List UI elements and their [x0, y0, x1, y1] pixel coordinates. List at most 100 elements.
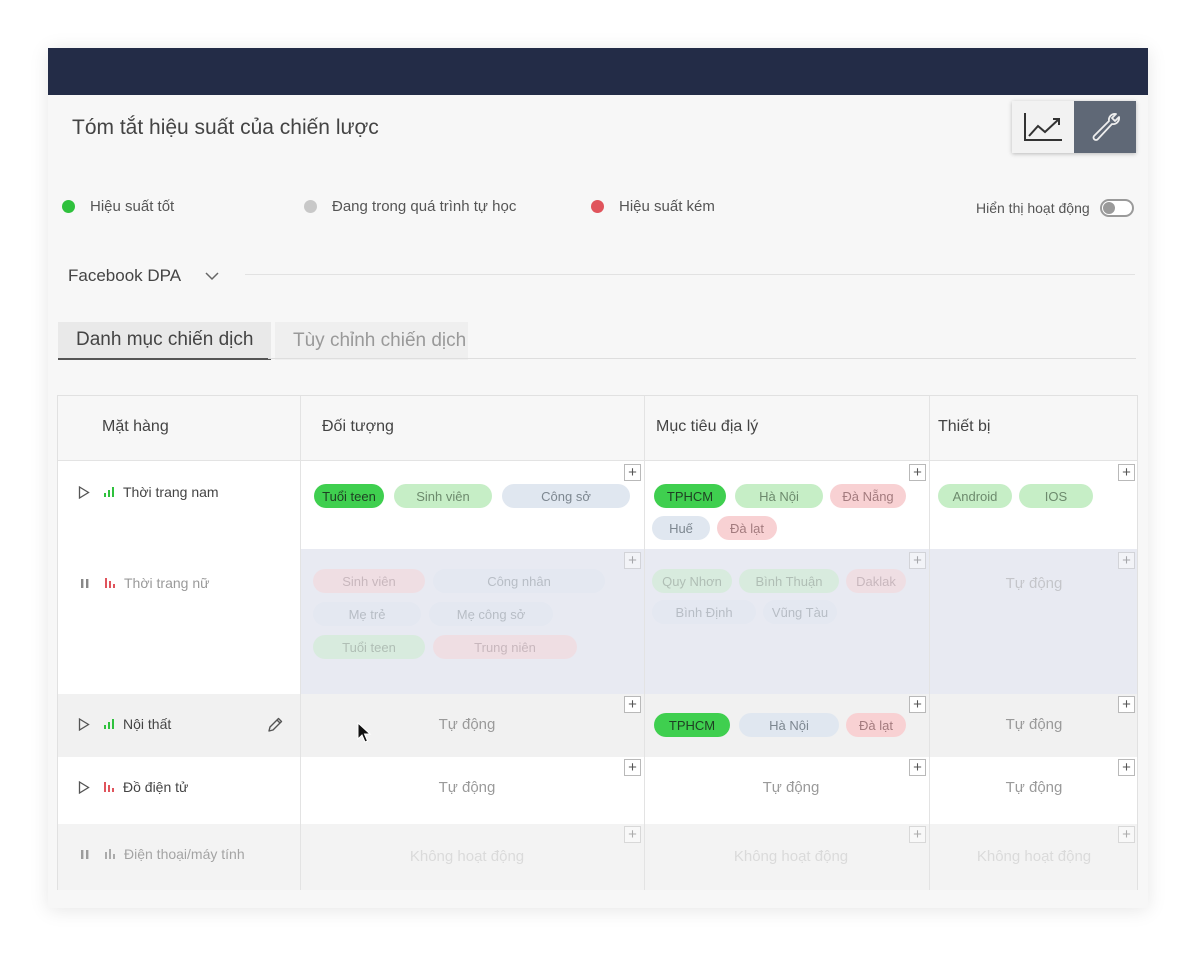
geo-chip[interactable]: Daklak: [846, 569, 906, 593]
audience-inactive-text: Không hoạt động: [409, 848, 525, 865]
device-chip[interactable]: IOS: [1019, 484, 1093, 508]
bar-chart-icon: [104, 487, 114, 497]
play-icon[interactable]: [78, 717, 90, 731]
column-divider: [644, 396, 645, 890]
header-product: Mặt hàng: [102, 418, 169, 435]
play-icon[interactable]: [78, 780, 90, 794]
geo-chip[interactable]: Hà Nội: [735, 484, 823, 508]
bar-chart-icon: [105, 578, 115, 588]
tab-campaign-catalog[interactable]: Danh mục chiến dịch: [58, 322, 271, 360]
device-auto-text: Tự động: [1005, 779, 1063, 796]
audience-auto-text: Tự động: [438, 716, 496, 733]
settings-view-button[interactable]: [1074, 101, 1136, 153]
platform-selected: Facebook DPA: [68, 266, 182, 285]
audience-chip[interactable]: Công nhân: [433, 569, 605, 593]
device-auto-text: Tự động: [1005, 716, 1063, 733]
show-activity-toggle[interactable]: [1099, 199, 1134, 217]
geo-chip[interactable]: TPHCM: [654, 713, 730, 737]
view-toggle: [1012, 101, 1136, 153]
geo-chip[interactable]: Đà Nẵng: [830, 484, 906, 508]
column-divider: [929, 396, 930, 890]
header-audience: Đối tượng: [322, 418, 394, 435]
bar-chart-icon: [104, 719, 114, 729]
add-audience-button[interactable]: +: [624, 464, 641, 481]
play-icon[interactable]: [78, 485, 90, 499]
audience-chip[interactable]: Sinh viên: [313, 569, 425, 593]
table-row: Thời trang nam Tuổi teen Sinh viên Công …: [58, 461, 1137, 549]
legend-label: Hiệu suất tốt: [90, 198, 175, 215]
row-name: Đồ điện tử: [123, 779, 189, 795]
row-name: Điện thoại/máy tính: [124, 846, 245, 862]
tab-campaign-customize[interactable]: Tùy chỉnh chiến dịch: [275, 322, 468, 360]
geo-chip[interactable]: Quy Nhơn: [652, 569, 732, 593]
legend-label: Hiệu suất kém: [619, 198, 715, 215]
geo-chip[interactable]: Bình Thuận: [739, 569, 839, 593]
geo-chip[interactable]: Huế: [652, 516, 710, 540]
add-device-button[interactable]: +: [1118, 464, 1135, 481]
red-status-dot: [591, 200, 604, 213]
add-device-button[interactable]: +: [1118, 759, 1135, 776]
audience-auto-text: Tự động: [438, 779, 496, 796]
row-name: Thời trang nữ: [124, 575, 210, 591]
pause-icon[interactable]: [80, 849, 90, 860]
audience-chip[interactable]: Mẹ công sở: [429, 602, 553, 626]
campaign-table: Mặt hàng Đối tượng Mục tiêu địa lý Thiết…: [57, 395, 1138, 890]
show-activity-label: Hiển thị hoạt động: [976, 200, 1090, 216]
add-geo-button[interactable]: +: [909, 759, 926, 776]
add-audience-button[interactable]: +: [624, 552, 641, 569]
geo-chip[interactable]: Vũng Tàu: [763, 600, 837, 624]
pause-icon[interactable]: [80, 578, 90, 589]
geo-chip[interactable]: Hà Nội: [739, 713, 839, 737]
geo-auto-text: Tự động: [762, 779, 820, 796]
show-activity-control: Hiển thị hoạt động: [976, 199, 1134, 217]
audience-chip[interactable]: Tuổi teen: [313, 635, 425, 659]
add-audience-button[interactable]: +: [624, 759, 641, 776]
add-device-button[interactable]: +: [1118, 552, 1135, 569]
add-geo-button[interactable]: +: [909, 464, 926, 481]
chart-view-button[interactable]: [1012, 101, 1074, 153]
table-row: Nội thất Tự động TPHCM Hà Nội Đà lạt Tự …: [58, 694, 1137, 757]
table-row: Điện thoại/máy tính Không hoạt động Khôn…: [58, 824, 1137, 890]
add-audience-button[interactable]: +: [624, 826, 641, 843]
device-inactive-text: Không hoạt động: [976, 848, 1092, 865]
row-name-cell: Nội thất: [78, 716, 171, 732]
table-row: Thời trang nữ Sinh viên Công nhân Mẹ trẻ…: [58, 549, 1137, 694]
pencil-icon[interactable]: [266, 716, 284, 734]
divider: [245, 274, 1135, 275]
add-geo-button[interactable]: +: [909, 696, 926, 713]
add-geo-button[interactable]: +: [909, 552, 926, 569]
add-geo-button[interactable]: +: [909, 826, 926, 843]
page-title: Tóm tắt hiệu suất của chiến lược: [72, 116, 379, 139]
top-navigation-bar: [48, 48, 1148, 95]
row-name-cell: Thời trang nữ: [80, 575, 209, 591]
geo-chip[interactable]: Đà lạt: [717, 516, 777, 540]
audience-chip[interactable]: Sinh viên: [394, 484, 492, 508]
bar-chart-icon: [105, 849, 115, 859]
add-device-button[interactable]: +: [1118, 826, 1135, 843]
device-auto-text: Tự động: [1005, 575, 1063, 592]
green-status-dot: [62, 200, 75, 213]
legend-learning: Đang trong quá trình tự học: [304, 198, 516, 215]
legend-label: Đang trong quá trình tự học: [332, 198, 517, 215]
wrench-icon: [1092, 113, 1120, 141]
geo-chip[interactable]: Đà lạt: [846, 713, 906, 737]
audience-chip[interactable]: Mẹ trẻ: [313, 602, 421, 626]
header-geo: Mục tiêu địa lý: [656, 418, 759, 435]
add-device-button[interactable]: +: [1118, 696, 1135, 713]
legend-poor-performance: Hiệu suất kém: [591, 198, 715, 215]
geo-chip[interactable]: Bình Định: [652, 600, 756, 624]
bar-chart-icon: [104, 782, 114, 792]
row-name-cell: Điện thoại/máy tính: [80, 846, 245, 862]
audience-chip[interactable]: Trung niên: [433, 635, 577, 659]
tabs-divider: [268, 358, 1136, 359]
chevron-down-icon: [205, 271, 219, 280]
audience-chip[interactable]: Công sở: [502, 484, 630, 508]
geo-chip[interactable]: TPHCM: [654, 484, 726, 508]
row-name: Thời trang nam: [123, 484, 219, 500]
table-row: Đồ điện tử Tự động Tự động Tự động + + +: [58, 757, 1137, 824]
device-chip[interactable]: Android: [938, 484, 1012, 508]
platform-dropdown[interactable]: Facebook DPA: [68, 266, 219, 286]
header-device: Thiết bị: [938, 418, 991, 435]
add-audience-button[interactable]: +: [624, 696, 641, 713]
audience-chip[interactable]: Tuổi teen: [314, 484, 384, 508]
